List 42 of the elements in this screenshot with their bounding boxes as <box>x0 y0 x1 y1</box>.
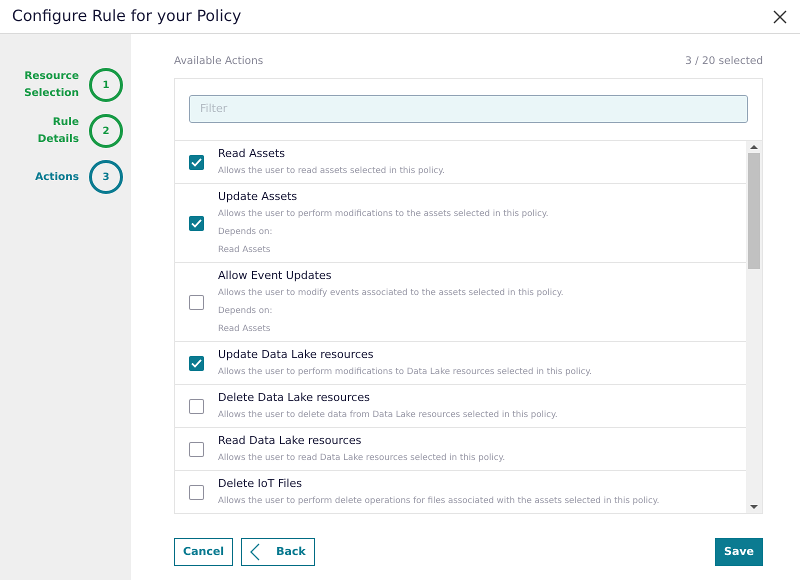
checkbox[interactable] <box>189 216 204 232</box>
checkbox[interactable] <box>189 356 204 372</box>
close-icon[interactable] <box>772 8 788 24</box>
step-label[interactable]: Actions <box>0 168 79 186</box>
save-button[interactable]: Save <box>715 538 763 566</box>
action-title: Read Data Lake resources <box>218 432 362 449</box>
action-description: Allows the user to perform modifications to Data Lake resources selected in this policy. <box>218 366 592 379</box>
action-title: Update Assets <box>218 188 298 205</box>
action-description: Allows the user to modify events associated to the assets selected in this policy. <box>218 286 564 300</box>
action-description: Allows the user to read Data Lake resources selected in this policy. <box>218 452 506 465</box>
depends-label: Depends on: <box>218 226 274 239</box>
filter-field[interactable]: Filter <box>189 94 748 123</box>
action-title: Delete Data Lake resources <box>218 390 371 406</box>
checkbox[interactable] <box>189 485 204 500</box>
action-title: Delete IoT Files <box>218 476 303 492</box>
checkbox[interactable] <box>189 295 204 310</box>
dependency-name: Read Assets <box>218 322 272 336</box>
scrollbar[interactable] <box>746 140 762 513</box>
step-number[interactable]: 1 <box>89 68 123 102</box>
step-number[interactable]: 2 <box>89 114 123 148</box>
checkbox[interactable] <box>189 399 204 414</box>
section-heading: Available Actions <box>174 54 264 69</box>
action-title: Allow Event Updates <box>218 268 332 284</box>
scroll-thumb[interactable] <box>748 152 760 269</box>
step-label[interactable]: Resource Selection <box>0 68 79 102</box>
selection-count: 3 / 20 selected <box>685 54 763 69</box>
checkbox[interactable] <box>189 155 204 170</box>
action-title: Update Data Lake resources <box>218 346 375 363</box>
action-description: Allows the user to perform modifications to the assets selected in this policy. <box>218 208 548 221</box>
action-title: Read Assets <box>218 146 286 162</box>
step-label[interactable]: Rule Details <box>0 114 79 148</box>
action-description: Allows the user to perform delete operations for files associated with the assets selected in this policy. <box>218 494 660 508</box>
checkbox[interactable] <box>189 442 204 458</box>
dependency-name: Read Assets <box>218 244 272 257</box>
dialog-title: Configure Rule for your Policy <box>12 6 242 27</box>
cancel-button[interactable]: Cancel <box>174 538 234 566</box>
back-button[interactable]: Back <box>241 538 315 566</box>
chevron-left-icon <box>250 542 260 561</box>
depends-label: Depends on: <box>218 304 274 318</box>
action-description: Allows the user to delete data from Data Lake resources selected in this policy. <box>218 408 558 422</box>
action-description: Allows the user to read assets selected in this policy. <box>218 164 445 178</box>
step-number[interactable]: 3 <box>89 160 123 194</box>
